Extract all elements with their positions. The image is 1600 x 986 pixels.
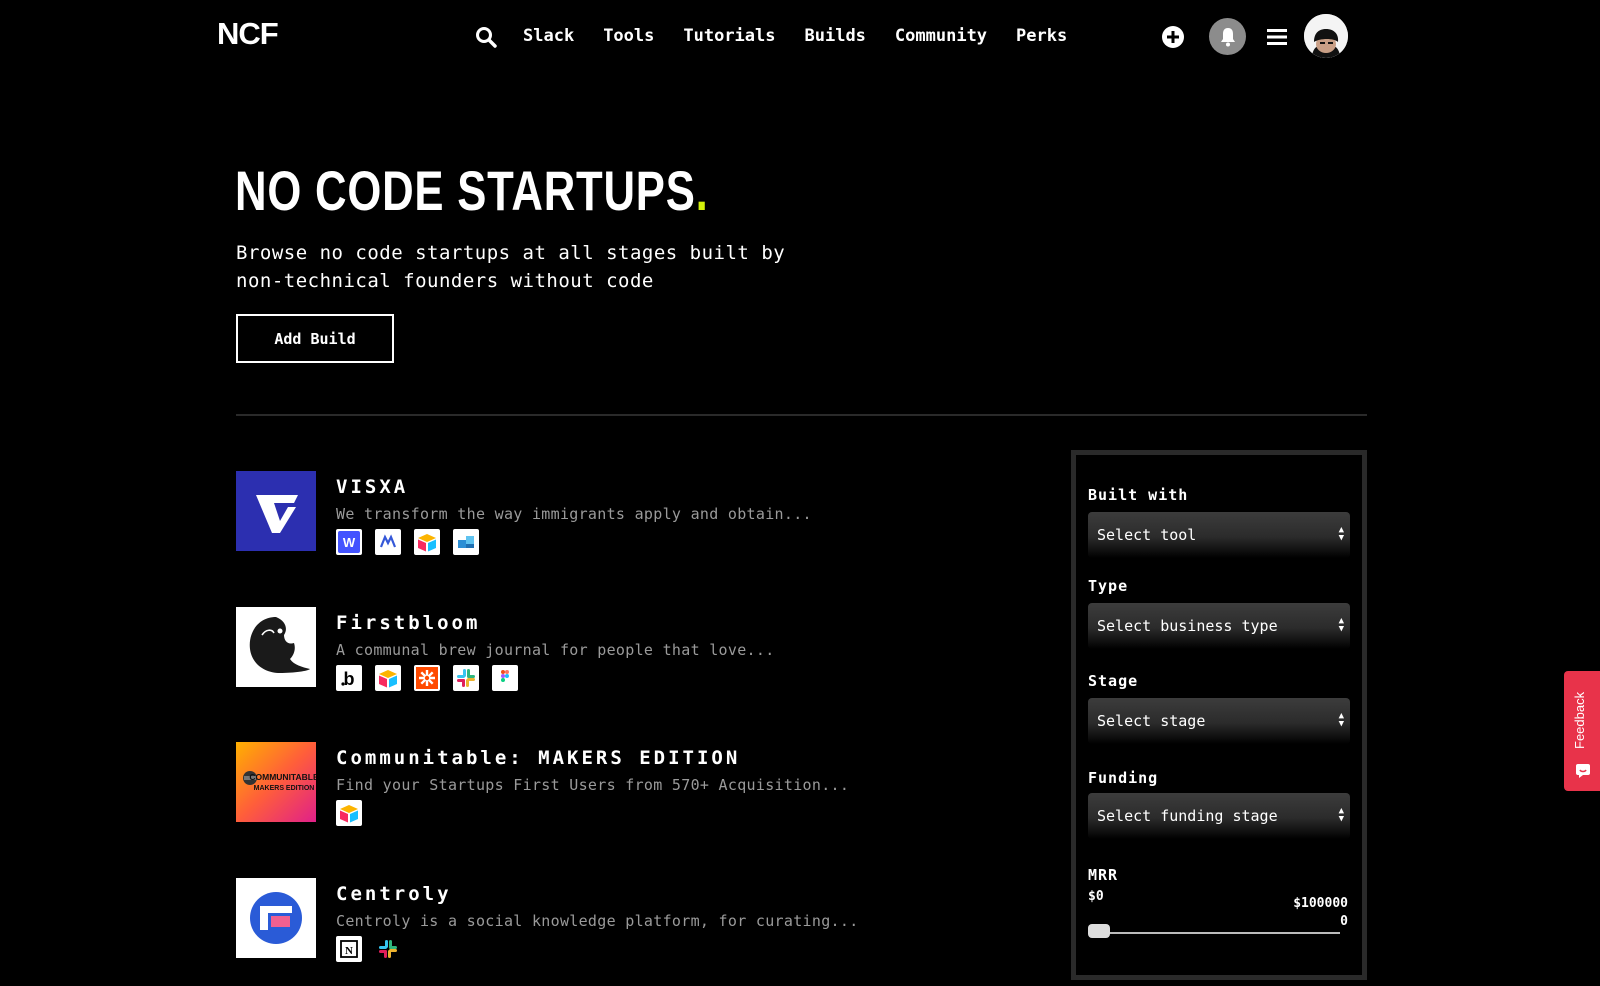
slack-icon[interactable] — [375, 936, 401, 962]
divider — [236, 414, 1367, 416]
webflow-icon[interactable]: W — [336, 529, 362, 555]
communitable-logo-text-1: COMMUNITABLE — [249, 772, 316, 782]
feedback-chat-icon — [1575, 763, 1591, 783]
feedback-tab[interactable]: Feedback — [1564, 671, 1600, 791]
build-tools: N — [336, 936, 414, 962]
communitable-logo[interactable]: COMMUNITABLE MAKERS EDITION — [236, 742, 316, 822]
communitable-logo-text-2: MAKERS EDITION — [254, 785, 315, 792]
built-with-label: Built with — [1088, 486, 1189, 504]
zapier-icon[interactable] — [414, 665, 440, 691]
hamburger-menu-icon[interactable] — [1266, 26, 1288, 48]
mrr-max-line-1: $100000 — [1293, 896, 1348, 911]
select-arrows-icon: ▲ ▼ — [1338, 711, 1344, 729]
select-arrows-icon: ▲ ▼ — [1338, 525, 1344, 543]
logo[interactable]: NCF — [217, 16, 279, 52]
airtable-icon[interactable] — [375, 665, 401, 691]
firstbloom-logo[interactable] — [236, 607, 316, 687]
build-item-communitable[interactable]: COMMUNITABLE MAKERS EDITION Communitable:… — [236, 742, 996, 826]
stage-select-value: Select stage — [1097, 712, 1206, 730]
nav-link-community[interactable]: Community — [895, 26, 987, 46]
mrr-slider-track[interactable] — [1090, 932, 1340, 934]
build-name[interactable]: VISXA — [336, 476, 408, 498]
build-tools — [336, 800, 375, 826]
build-name[interactable]: Firstbloom — [336, 612, 480, 634]
feedback-label: Feedback — [1572, 691, 1587, 749]
mrr-max-line-2: 0 — [1340, 914, 1348, 929]
add-build-button[interactable]: Add Build — [236, 314, 394, 363]
airtable-icon[interactable] — [336, 800, 362, 826]
visxa-logo[interactable] — [236, 471, 316, 551]
svg-text:N: N — [345, 945, 353, 957]
page-title: NO CODE STARTUPS. — [235, 158, 709, 223]
mrr-label: MRR — [1088, 866, 1119, 884]
filters-panel: Built with Select tool ▲ ▼ Type Select bu… — [1071, 450, 1367, 980]
nav-link-perks[interactable]: Perks — [1016, 26, 1067, 46]
build-description: Centroly is a social knowledge platform,… — [336, 912, 859, 930]
mrr-slider-thumb[interactable] — [1088, 924, 1110, 938]
slack-icon[interactable] — [453, 665, 479, 691]
type-label: Type — [1088, 577, 1129, 595]
build-tools: b — [336, 665, 531, 691]
nav-link-tutorials[interactable]: Tutorials — [683, 26, 775, 46]
nav-link-slack[interactable]: Slack — [523, 26, 574, 46]
build-description: Find your Startups First Users from 570+… — [336, 776, 850, 794]
funding-stage-select[interactable]: Select funding stage ▲ ▼ — [1088, 793, 1350, 839]
page-subtitle: Browse no code startups at all stages bu… — [236, 239, 836, 295]
figma-icon[interactable] — [492, 665, 518, 691]
page-subtitle-line-1: Browse no code startups at all stages bu… — [236, 242, 786, 264]
build-description: A communal brew journal for people that … — [336, 641, 775, 659]
user-avatar[interactable] — [1304, 14, 1348, 58]
notion-icon[interactable]: N — [336, 936, 362, 962]
page-title-dot: . — [695, 159, 709, 222]
business-type-select-value: Select business type — [1097, 617, 1278, 635]
build-item-centroly[interactable]: Centroly Centroly is a social knowledge … — [236, 878, 996, 962]
select-arrows-icon: ▲ ▼ — [1338, 616, 1344, 634]
centroly-logo[interactable] — [236, 878, 316, 958]
mrr-min-value: $0 — [1088, 889, 1104, 904]
built-with-select[interactable]: Select tool ▲ ▼ — [1088, 512, 1350, 558]
notifications-bell-icon[interactable] — [1209, 18, 1246, 55]
stage-select[interactable]: Select stage ▲ ▼ — [1088, 698, 1350, 744]
nav-link-builds[interactable]: Builds — [805, 26, 866, 46]
stage-label: Stage — [1088, 672, 1139, 690]
nav-links: Slack Tools Tutorials Builds Community P… — [523, 26, 1096, 46]
svg-text:W: W — [343, 535, 356, 550]
svg-text:b: b — [344, 669, 355, 689]
top-nav: NCF Slack Tools Tutorials Builds Communi… — [0, 0, 1600, 74]
search-icon[interactable] — [474, 25, 498, 49]
build-name[interactable]: Communitable: MAKERS EDITION — [336, 747, 740, 769]
select-arrows-icon: ▲ ▼ — [1338, 806, 1344, 824]
softr-icon[interactable] — [453, 529, 479, 555]
mrr-max-value: $100000 0 — [1268, 895, 1348, 931]
build-name[interactable]: Centroly — [336, 883, 452, 905]
build-item-firstbloom[interactable]: Firstbloom A communal brew journal for p… — [236, 607, 996, 691]
built-with-select-value: Select tool — [1097, 526, 1197, 544]
page-title-text: NO CODE STARTUPS — [235, 159, 696, 222]
business-type-select[interactable]: Select business type ▲ ▼ — [1088, 603, 1350, 649]
airtable-icon[interactable] — [414, 529, 440, 555]
build-tools: W — [336, 529, 492, 555]
page-subtitle-line-2: non-technical founders without code — [236, 270, 654, 292]
build-item-visxa[interactable]: VISXA We transform the way immigrants ap… — [236, 471, 996, 555]
funding-stage-select-value: Select funding stage — [1097, 807, 1278, 825]
add-circle-icon[interactable] — [1161, 25, 1185, 49]
make-icon[interactable] — [375, 529, 401, 555]
nav-link-tools[interactable]: Tools — [603, 26, 654, 46]
build-description: We transform the way immigrants apply an… — [336, 505, 812, 523]
bubble-icon[interactable]: b — [336, 665, 362, 691]
funding-label: Funding — [1088, 769, 1159, 787]
